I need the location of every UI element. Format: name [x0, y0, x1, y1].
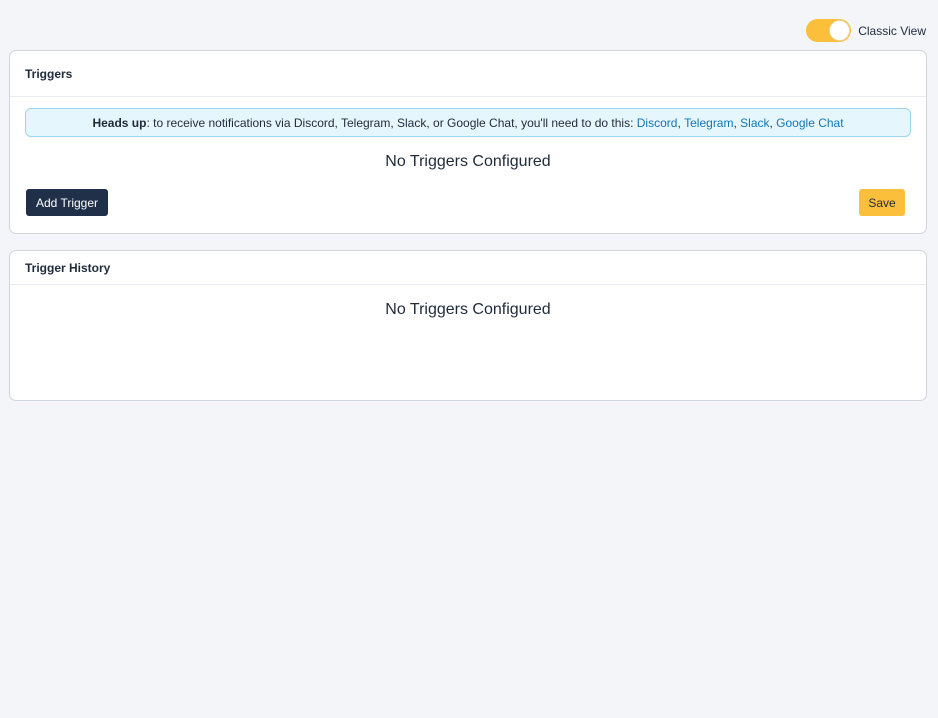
classic-view-toggle-row: Classic View	[806, 19, 926, 42]
trigger-history-card: Trigger History No Triggers Configured	[9, 250, 927, 401]
classic-view-toggle[interactable]	[806, 19, 852, 42]
slack-link[interactable]: Slack	[740, 116, 769, 130]
alert-separator: ,	[677, 115, 685, 130]
alert-separator: ,	[769, 115, 777, 130]
history-empty-state: No Triggers Configured	[385, 301, 551, 318]
add-trigger-button[interactable]: Add Trigger	[26, 189, 108, 216]
classic-view-label: Classic View	[858, 23, 926, 38]
alert-text: : to receive notifications via Discord, …	[146, 115, 637, 130]
toggle-knob	[829, 20, 851, 41]
triggers-card-title: Triggers	[10, 51, 926, 97]
trigger-history-title: Trigger History	[10, 251, 926, 285]
heads-up-alert: Heads up : to receive notifications via …	[25, 108, 911, 137]
triggers-card: Triggers Heads up : to receive notificat…	[9, 50, 927, 234]
discord-link[interactable]: Discord	[637, 116, 678, 130]
telegram-link[interactable]: Telegram	[684, 116, 733, 130]
triggers-empty-state: No Triggers Configured	[385, 153, 551, 170]
google-chat-link[interactable]: Google Chat	[776, 116, 843, 130]
save-button[interactable]: Save	[859, 189, 905, 216]
alert-separator: ,	[733, 115, 741, 130]
alert-strong: Heads up	[92, 115, 147, 130]
